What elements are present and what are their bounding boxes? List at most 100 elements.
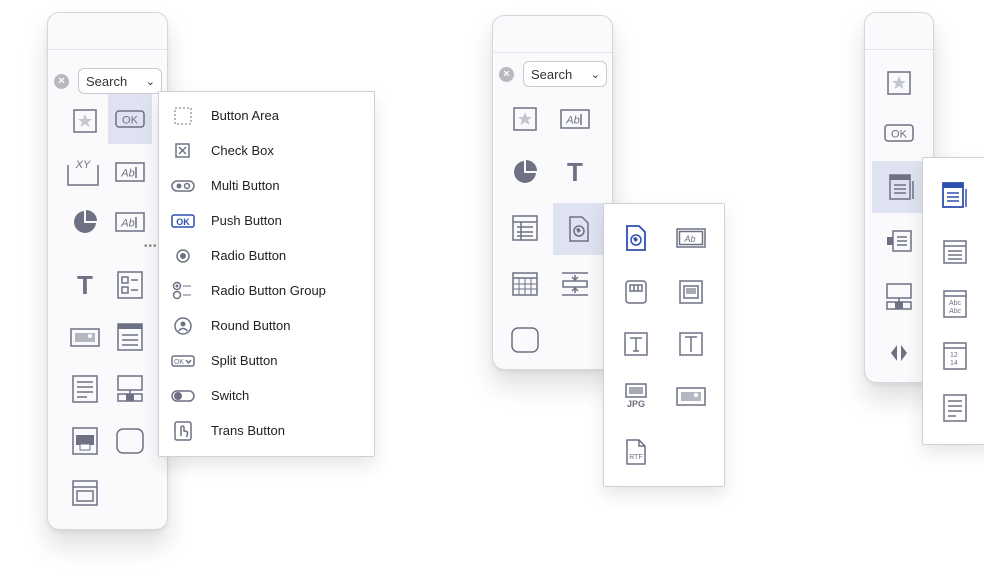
- tool-window[interactable]: [63, 471, 107, 515]
- tool-table[interactable]: [503, 206, 547, 250]
- tool-layout[interactable]: [877, 275, 921, 319]
- tool-star[interactable]: [503, 97, 547, 141]
- tool-text[interactable]: T: [553, 150, 597, 194]
- menu-item-label: Radio Button: [211, 248, 287, 263]
- tool-web-file[interactable]: [553, 203, 604, 255]
- tool-text-field[interactable]: Ab: [108, 150, 152, 194]
- tool-text[interactable]: T: [63, 263, 107, 307]
- object-library-palette-2: × Search ⌄ Ab T: [492, 15, 613, 370]
- palette-titlebar[interactable]: [493, 16, 612, 53]
- tool-split-view[interactable]: [877, 331, 921, 375]
- clear-search-icon[interactable]: ×: [54, 74, 69, 89]
- tool-pie-chart[interactable]: [503, 150, 547, 194]
- text-icon: T: [77, 269, 93, 300]
- ok-label: OK: [122, 115, 139, 127]
- xy-icon: XY: [67, 159, 99, 186]
- tool-star[interactable]: [877, 61, 921, 105]
- tool-pie-chart[interactable]: [63, 200, 107, 244]
- tool-print[interactable]: [63, 419, 107, 463]
- menu-item-label: Check Box: [211, 143, 274, 158]
- tool-checklist[interactable]: [108, 263, 152, 307]
- text-list-icon: [943, 394, 967, 422]
- text-icon: T: [567, 156, 583, 187]
- tool-push-button[interactable]: OK: [108, 94, 152, 144]
- menu-item-radio-button[interactable]: Radio Button: [159, 238, 374, 273]
- tool-list[interactable]: [108, 315, 152, 359]
- menu-item-multi-button[interactable]: Multi Button: [159, 168, 374, 203]
- jpg-image-option[interactable]: JPG: [614, 374, 658, 418]
- splitter-icon: [562, 272, 588, 296]
- clear-search-icon[interactable]: ×: [499, 67, 514, 82]
- list-view-icon: [942, 182, 967, 208]
- number-list-icon: 1214: [943, 342, 967, 370]
- image-icon: [70, 328, 100, 347]
- search-dropdown[interactable]: Search ⌄: [523, 61, 607, 87]
- table-view-option[interactable]: [933, 230, 977, 274]
- text-frame-option[interactable]: [669, 322, 713, 366]
- tool-push-button[interactable]: OK: [877, 111, 921, 155]
- tool-calendar-grid[interactable]: [503, 262, 547, 306]
- menu-item-switch[interactable]: Switch: [159, 378, 374, 413]
- palette-titlebar[interactable]: [865, 13, 933, 50]
- memory-card-option[interactable]: [614, 270, 658, 314]
- round-button-icon: [174, 316, 192, 335]
- text-field-icon: Ab: [676, 228, 706, 248]
- number-label: 12: [950, 352, 958, 359]
- memory-card-icon: [625, 280, 647, 304]
- framed-image-option[interactable]: [669, 270, 713, 314]
- table-icon: [512, 215, 538, 241]
- tool-drawer[interactable]: [877, 219, 921, 263]
- tool-round-rect[interactable]: [503, 318, 547, 362]
- image-icon: [676, 387, 706, 406]
- switch-icon: [171, 389, 195, 402]
- ab-label: Ab: [120, 218, 134, 230]
- text-field-option[interactable]: Ab: [669, 216, 713, 260]
- ab-label: Ab: [565, 115, 579, 127]
- tool-text-field[interactable]: Ab: [553, 97, 597, 141]
- abc-label-2: Abc: [948, 308, 962, 315]
- print-icon: [72, 427, 98, 455]
- star-icon: [73, 109, 97, 133]
- round-rect-icon: [116, 428, 144, 454]
- tool-xy-field[interactable]: XY: [61, 150, 105, 194]
- rtf-file-option[interactable]: RTF: [614, 430, 658, 474]
- radio-group-icon: [172, 281, 191, 299]
- star-icon: [887, 71, 911, 95]
- tool-text-field-2[interactable]: Ab: [108, 200, 152, 244]
- tool-star[interactable]: [63, 99, 107, 143]
- text-field-icon: Ab: [560, 109, 590, 129]
- text-box-option[interactable]: [614, 322, 658, 366]
- search-dropdown-value: Search: [86, 74, 128, 89]
- button-area-icon: [174, 107, 192, 124]
- menu-item-split-button[interactable]: OK Split Button: [159, 343, 374, 378]
- list-view-option[interactable]: [933, 173, 977, 217]
- menu-item-radio-button-group[interactable]: Radio Button Group: [159, 273, 374, 308]
- menu-item-button-area[interactable]: Button Area: [159, 98, 374, 133]
- web-file-option[interactable]: [614, 216, 658, 260]
- tool-image[interactable]: [63, 315, 107, 359]
- menu-item-round-button[interactable]: Round Button: [159, 308, 374, 343]
- object-library-palette-1: × Search ⌄ OK XY Ab Ab ••• T: [47, 12, 168, 530]
- menu-item-check-box[interactable]: Check Box: [159, 133, 374, 168]
- palette-titlebar[interactable]: [48, 13, 167, 50]
- web-file-icon: [626, 225, 646, 251]
- menu-item-label: Split Button: [211, 353, 278, 368]
- number-list-option[interactable]: 12 14: [933, 334, 977, 378]
- search-dropdown[interactable]: Search ⌄: [78, 68, 162, 94]
- text-frame-icon: [679, 332, 703, 356]
- more-indicator: •••: [144, 241, 158, 252]
- text-list-option[interactable]: [933, 386, 977, 430]
- menu-item-trans-button[interactable]: Trans Button: [159, 413, 374, 448]
- abc-list-option[interactable]: Abc Abc: [933, 282, 977, 326]
- image-option[interactable]: [669, 374, 713, 418]
- ok-label: OK: [176, 217, 190, 227]
- tool-splitter[interactable]: [553, 262, 597, 306]
- ok-label: OK: [891, 129, 908, 141]
- menu-item-push-button[interactable]: OK Push Button: [159, 203, 374, 238]
- menu-item-label: Radio Button Group: [211, 283, 326, 298]
- tool-round-rect[interactable]: [108, 419, 152, 463]
- ab-label: Ab: [120, 168, 134, 180]
- checklist-icon: [117, 271, 143, 299]
- tool-form[interactable]: [63, 367, 107, 411]
- tool-layout[interactable]: [108, 367, 152, 411]
